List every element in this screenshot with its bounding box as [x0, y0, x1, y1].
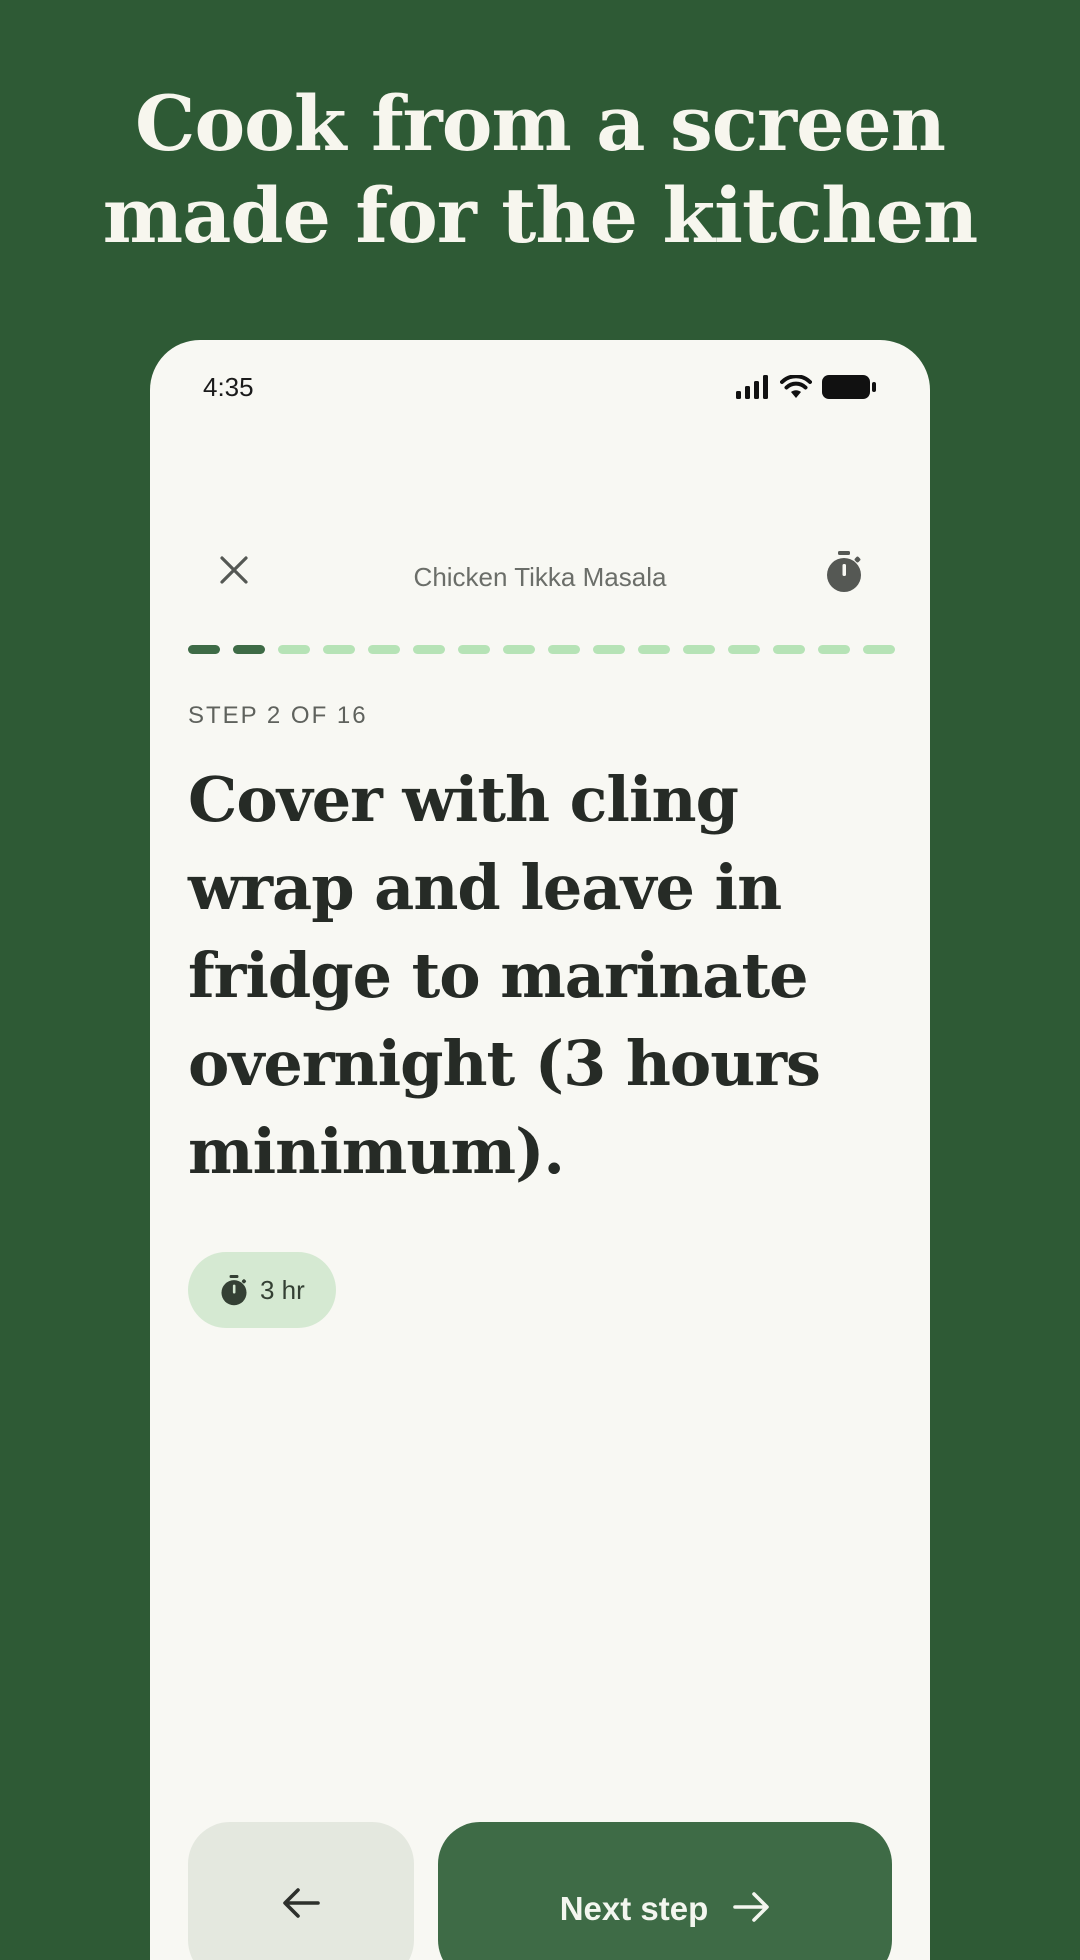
step-label: STEP 2 OF 16: [188, 702, 368, 729]
stopwatch-icon: [221, 1274, 247, 1305]
marketing-headline: Cook from a screen made for the kitchen: [0, 78, 1080, 262]
status-time: 4:35: [203, 372, 254, 402]
progress-segment: [368, 645, 400, 654]
timer-chip-label: 3 hr: [260, 1274, 305, 1305]
wifi-icon: [780, 375, 812, 398]
arrow-right-icon: [733, 1892, 770, 1922]
progress-segment: [773, 645, 805, 654]
progress-segment: [458, 645, 490, 654]
signal-icon: [736, 375, 768, 399]
progress-segment: [593, 645, 625, 654]
progress-segment: [683, 645, 715, 654]
headline-line-1: Cook from a screen: [134, 79, 946, 168]
stopwatch-icon: [827, 551, 861, 592]
progress-segment: [278, 645, 310, 654]
battery-icon: [822, 375, 876, 399]
step-progress-bar: [188, 645, 895, 654]
progress-segment: [503, 645, 535, 654]
progress-segment: [548, 645, 580, 654]
phone-screen: 4:35 Chicken Tikka Masala STEP 2 OF 16 C…: [150, 340, 930, 1960]
progress-segment: [323, 645, 355, 654]
progress-segment: [638, 645, 670, 654]
step-timer-chip[interactable]: 3 hr: [188, 1252, 336, 1328]
step-instruction: Cover with cling wrap and leave in fridg…: [188, 763, 821, 1188]
recipe-title: Chicken Tikka Masala: [413, 562, 667, 592]
progress-segment: [413, 645, 445, 654]
status-bar: 4:35: [150, 340, 930, 436]
status-icons: [736, 374, 876, 400]
previous-step-button[interactable]: [188, 1822, 414, 1960]
next-step-button[interactable]: Next step: [438, 1822, 892, 1960]
progress-segment: [188, 645, 220, 654]
progress-segment: [863, 645, 895, 654]
headline-line-2: made for the kitchen: [102, 171, 978, 260]
timer-button[interactable]: [818, 546, 870, 598]
next-step-label: Next step: [559, 1890, 709, 1927]
progress-segment: [233, 645, 265, 654]
progress-segment: [818, 645, 850, 654]
progress-segment: [728, 645, 760, 654]
arrow-left-icon: [283, 1888, 320, 1918]
